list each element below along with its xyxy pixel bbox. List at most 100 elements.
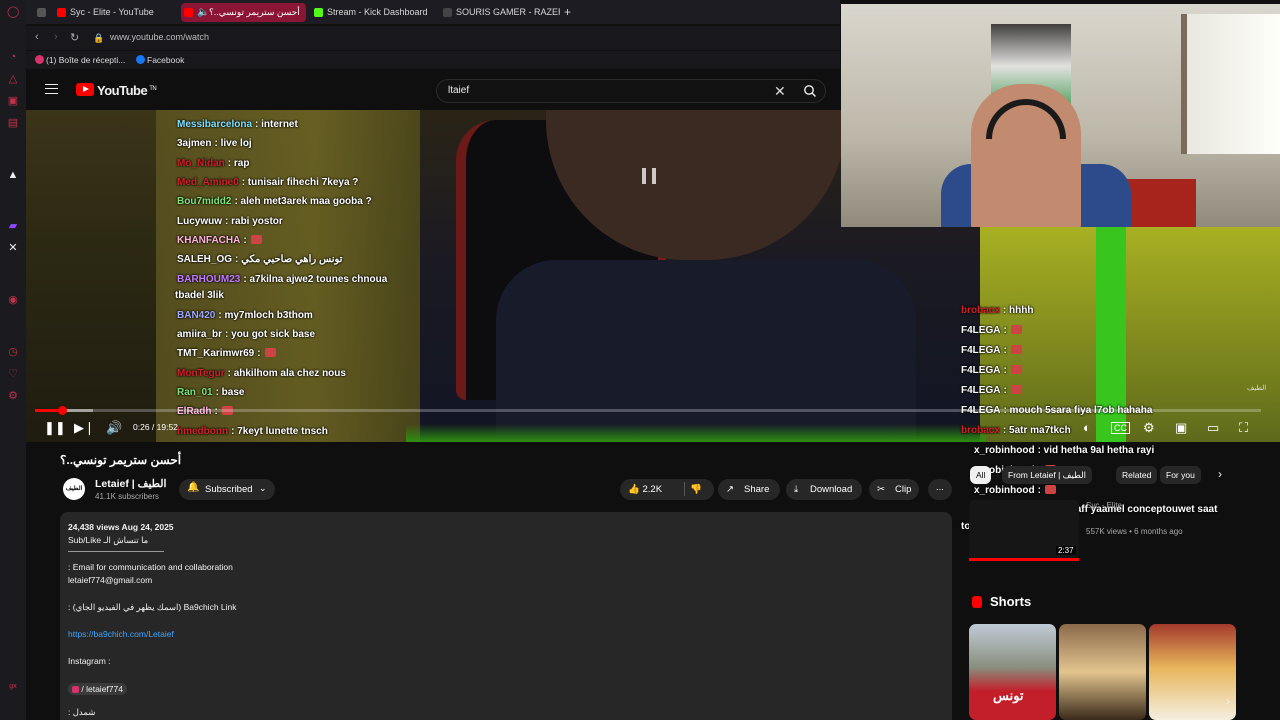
instagram-handle: / letaief774: [81, 684, 123, 694]
opera-logo-icon[interactable]: ◯: [7, 6, 19, 18]
url-field[interactable]: www.youtube.com/watch: [110, 32, 209, 42]
twitch-icon[interactable]: ▰: [7, 220, 19, 232]
youtube-logo-text[interactable]: YouTube TN: [97, 83, 157, 98]
shop-icon[interactable]: ▣: [7, 95, 19, 107]
emote-icon: [1010, 365, 1022, 374]
download-button[interactable]: ⤓ Download: [786, 479, 862, 500]
search-input[interactable]: ltaief: [448, 85, 469, 96]
short-thumbnail[interactable]: [1149, 624, 1236, 720]
related-channel[interactable]: Syc - Elite: [1086, 501, 1122, 510]
progress-bar[interactable]: [35, 406, 1261, 415]
captions-button[interactable]: CC: [1111, 422, 1130, 434]
gx-icon[interactable]: gx: [7, 681, 19, 693]
shorts-next-icon[interactable]: ›: [1226, 694, 1230, 708]
forward-icon[interactable]: ›: [54, 31, 58, 43]
subscribed-button[interactable]: 🔔 Subscribed ⌄: [179, 479, 275, 500]
lock-icon: 🔒: [93, 33, 105, 43]
chevron-right-icon[interactable]: ›: [1218, 467, 1222, 481]
clock-icon[interactable]: ◷: [7, 346, 19, 358]
settings-icon[interactable]: ⚙: [7, 390, 19, 402]
tab-youtube-syc[interactable]: Syc - Elite - YouTube: [54, 3, 174, 22]
chat-username: Mo_Nidan: [177, 158, 225, 169]
news-icon[interactable]: ▤: [7, 117, 19, 129]
bookmark-label: Facebook: [147, 55, 185, 65]
share-button[interactable]: ↗ Share: [718, 479, 780, 500]
emote-icon: [250, 235, 262, 244]
theater-mode-icon[interactable]: ▭: [1207, 420, 1219, 436]
new-tab-button[interactable]: +: [564, 3, 580, 22]
instagram-link[interactable]: / letaief774: [68, 683, 127, 695]
youtube-logo-icon[interactable]: [76, 83, 94, 96]
chat-text: : rap: [227, 158, 250, 169]
fullscreen-icon[interactable]: ⛶: [1239, 420, 1248, 436]
speaker-icon[interactable]: 🔈: [197, 3, 209, 22]
reload-icon[interactable]: ↻: [70, 31, 79, 44]
scrubber-handle[interactable]: [57, 406, 67, 415]
tab-label: أحسن ستريمر تونسي..؟: [209, 7, 300, 17]
tab-kick[interactable]: Stream - Kick Dashboard: [311, 3, 436, 22]
channel-name[interactable]: Letaief | الطيف: [95, 478, 166, 490]
chat-text: : aleh met3arek maa gooba ?: [234, 196, 372, 207]
chat-text: : my7mloch b3thom: [218, 310, 313, 321]
chat-message: BAN420: my7mloch b3thom: [177, 310, 313, 321]
pause-button[interactable]: ❚❚: [44, 420, 66, 436]
chat-message: F4LEGA:: [961, 365, 1022, 376]
chip-for-you[interactable]: For you: [1160, 466, 1201, 484]
search-box[interactable]: ltaief ✕: [436, 79, 826, 103]
tab-active-video[interactable]: 🔈 أحسن ستريمر تونسي..؟: [181, 3, 306, 22]
chat-username: x_robinhood: [974, 485, 1035, 496]
channel-avatar[interactable]: الطيف: [63, 478, 85, 500]
player-icon[interactable]: ▲: [7, 169, 19, 181]
search-icon[interactable]: [803, 84, 817, 98]
chip-from-channel[interactable]: From Letaief | الطيف: [1002, 466, 1092, 484]
more-actions-button[interactable]: ...: [928, 479, 952, 500]
instagram-icon: [72, 686, 79, 693]
chat-text: : ahkilhom ala chez nous: [227, 368, 346, 379]
chat-text: :: [1003, 365, 1007, 376]
chat-message: x_robinhood: vid hetha 9al hetha rayi: [974, 445, 1154, 456]
chip-related[interactable]: Related: [1116, 466, 1158, 484]
short-thumbnail[interactable]: [1059, 624, 1146, 720]
emote-icon: [1010, 325, 1022, 334]
heart-icon[interactable]: ♡: [7, 368, 19, 380]
chat-text: : live loj: [214, 138, 252, 149]
clear-search-icon[interactable]: ✕: [774, 83, 786, 100]
short-thumbnail[interactable]: تونس: [969, 624, 1056, 720]
settings-gear-icon[interactable]: ⚙: [1143, 420, 1155, 436]
next-button[interactable]: ▶❘: [74, 420, 95, 436]
chip-all[interactable]: All: [970, 466, 992, 484]
aria-icon[interactable]: ◔: [7, 51, 19, 63]
youtube-header: YouTube TN ltaief ✕: [26, 70, 840, 110]
back-icon[interactable]: ‹: [35, 31, 39, 43]
desc-line: Instagram :: [68, 656, 111, 666]
history-icon[interactable]: ◉: [7, 294, 19, 306]
chat-message: tbadel 3lik: [175, 290, 224, 301]
x-icon[interactable]: ✕: [7, 242, 19, 254]
dislike-button[interactable]: 👎: [690, 479, 702, 500]
chat-text: : a7kilna ajwe2 tounes chnoua: [243, 274, 388, 285]
flow-icon[interactable]: △: [7, 73, 19, 85]
tab-razer[interactable]: SOURIS GAMER - RAZER: [440, 3, 560, 22]
volume-icon[interactable]: 🔊: [106, 420, 122, 436]
chat-message: F4LEGA:: [961, 345, 1022, 356]
chat-message: brobacx: 5atr ma7tkch: [961, 425, 1071, 436]
clip-button[interactable]: ✂ Clip: [869, 479, 919, 500]
workspace-icon[interactable]: [34, 3, 52, 22]
menu-icon[interactable]: [45, 84, 58, 94]
chat-username: 3ajmen: [177, 138, 212, 149]
like-button[interactable]: 👍 2.2K: [628, 479, 662, 500]
thumbs-down-icon: 👎: [690, 484, 702, 495]
watched-progress: [969, 558, 1079, 561]
chat-username: amiira_br: [177, 329, 223, 340]
chat-message: 3ajmen: live loj: [177, 138, 252, 149]
miniplayer-icon[interactable]: ▣: [1175, 420, 1187, 436]
chat-username: KHANFACHA: [177, 235, 241, 246]
tab-bar: Syc - Elite - YouTube 🔈 أحسن ستريمر تونسي…: [26, 0, 840, 24]
channel-watermark: الطيف: [1247, 385, 1267, 392]
description-box[interactable]: 24,438 views Aug 24, 2025 Sub/Like ما تن…: [60, 512, 952, 720]
autoplay-toggle[interactable]: ◐: [1083, 420, 1091, 435]
ba9chich-link[interactable]: https://ba9chich.com/Letaief: [68, 629, 174, 639]
chat-text: : vid hetha 9al hetha rayi: [1037, 445, 1155, 456]
bookmark-instagram[interactable]: (1) Boîte de récepti...: [35, 55, 125, 65]
bookmark-facebook[interactable]: Facebook: [136, 55, 184, 65]
